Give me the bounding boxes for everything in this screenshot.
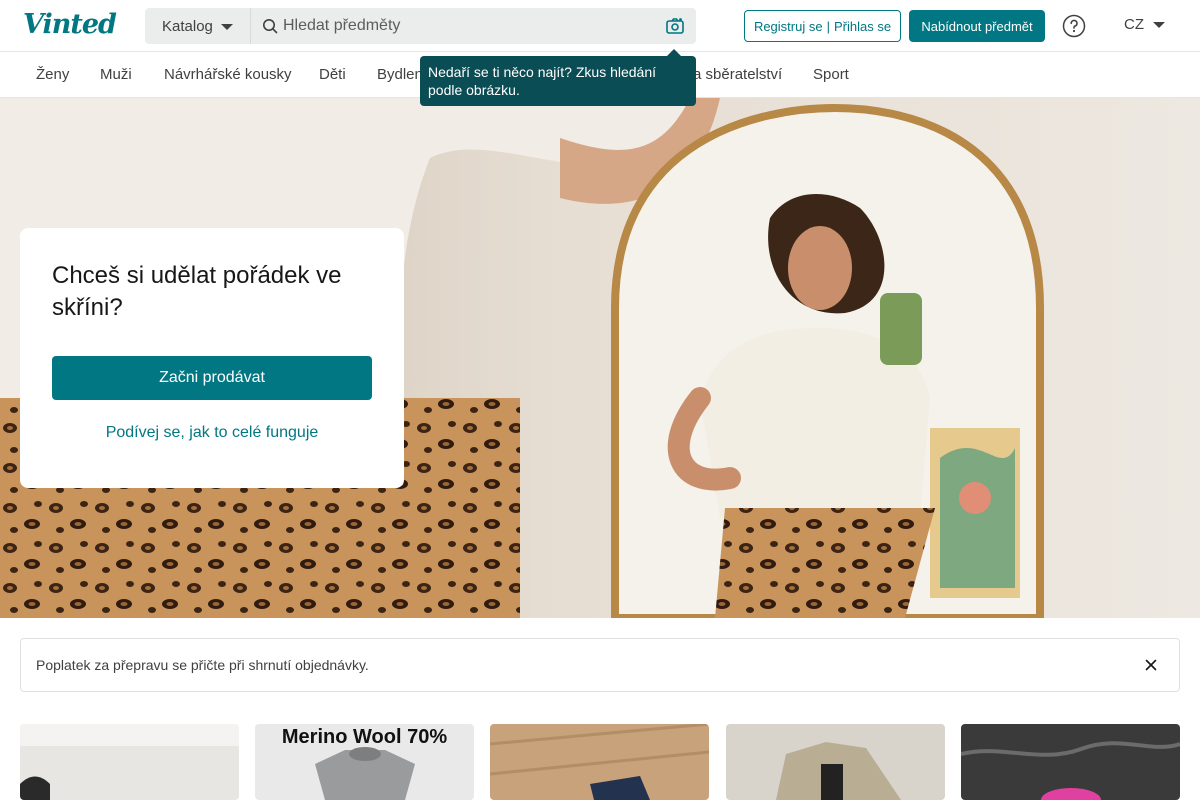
separator: | (826, 18, 830, 34)
nav-item-hobby[interactable]: a sběratelství (693, 66, 782, 83)
item-photo (20, 724, 239, 800)
search-input[interactable] (283, 8, 653, 44)
item-photo (726, 724, 945, 800)
search-icon (263, 19, 278, 34)
item-card[interactable] (726, 724, 945, 800)
vinted-logo[interactable]: Vinted (23, 9, 117, 40)
nav-item-deti[interactable]: Děti (319, 66, 346, 83)
item-card[interactable] (961, 724, 1180, 800)
item-grid: Merino Wool 70% (0, 724, 1200, 800)
item-photo-text: Merino Wool 70% (281, 726, 448, 748)
catalog-label: Katalog (162, 17, 213, 35)
shipping-notice: Poplatek za přepravu se přičte při shrnu… (20, 638, 1180, 692)
hero-banner: Chceš si udělat pořádek ve skříni? Začni… (0, 98, 1200, 618)
item-card[interactable] (20, 724, 239, 800)
login-link[interactable]: Přihlas se (834, 19, 891, 34)
item-card[interactable]: Merino Wool 70% (255, 724, 474, 800)
nav-item-zeny[interactable]: Ženy (36, 66, 69, 83)
camera-icon[interactable] (665, 16, 685, 36)
item-photo (961, 724, 1180, 800)
nav-item-bydleni[interactable]: Bydlen (377, 66, 423, 83)
start-selling-button[interactable]: Začni prodávat (52, 356, 372, 400)
register-login-button[interactable]: Registruj se | Přihlas se (744, 10, 901, 42)
register-link[interactable]: Registruj se (754, 19, 823, 34)
top-header: Vinted Katalog Registruj se | Přihlas se… (0, 0, 1200, 52)
language-label: CZ (1124, 16, 1144, 33)
nav-item-navrharske-kousky[interactable]: Návrhářské kousky (164, 66, 292, 83)
item-card[interactable] (490, 724, 709, 800)
chevron-down-icon (1153, 21, 1165, 28)
help-icon[interactable] (1062, 14, 1086, 38)
notice-text: Poplatek za přepravu se přičte při shrnu… (36, 657, 369, 673)
nav-item-muzi[interactable]: Muži (100, 66, 132, 83)
tooltip-arrow (667, 49, 681, 56)
image-search-tooltip: Nedaří se ti něco najít? Zkus hledání po… (420, 56, 696, 106)
catalog-dropdown[interactable]: Katalog (145, 8, 251, 44)
search-bar: Katalog (145, 8, 696, 44)
chevron-down-icon (220, 24, 233, 30)
close-icon[interactable] (1143, 657, 1159, 673)
nav-item-sport[interactable]: Sport (813, 66, 849, 83)
sell-item-button[interactable]: Nabídnout předmět (909, 10, 1045, 42)
how-it-works-link[interactable]: Podívej se, jak to celé funguje (52, 424, 372, 442)
hero-card: Chceš si udělat pořádek ve skříni? Začni… (20, 228, 404, 488)
hero-title: Chceš si udělat pořádek ve skříni? (52, 262, 342, 321)
language-selector[interactable]: CZ (1124, 16, 1165, 33)
item-photo (490, 724, 709, 800)
